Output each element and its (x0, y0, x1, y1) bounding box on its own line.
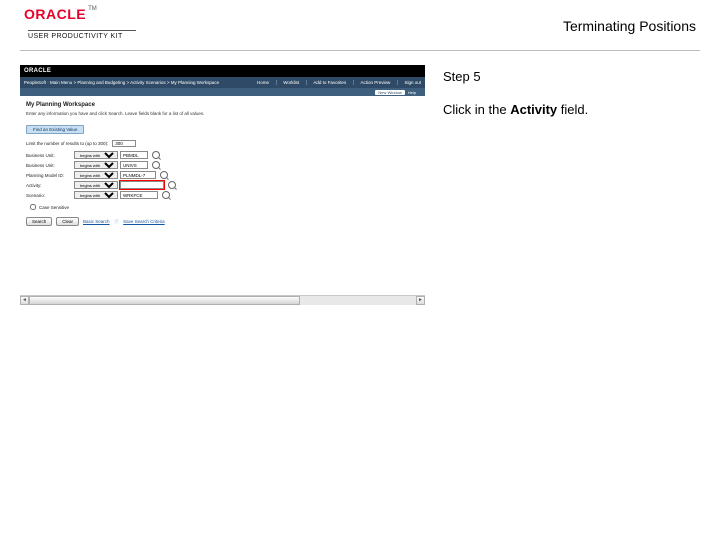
tab-find-existing[interactable]: Find an Existing Value (26, 125, 84, 134)
op-planning-model[interactable]: begins with (74, 171, 118, 179)
nav-links: Home Worklist Add to Favorites Action Pr… (245, 80, 421, 85)
oracle-logo: ORACLETM USER PRODUCTIVITY KIT (24, 6, 97, 22)
nav-favorites[interactable]: Add to Favorites (306, 80, 346, 85)
nav-home[interactable]: Home (251, 80, 269, 85)
primary-nav: PeopleSoft · Main Menu > Planning and Bu… (20, 77, 425, 88)
row-activity: Activity: begins with (26, 181, 419, 189)
app-brand: ORACLE (24, 68, 51, 74)
nav-action[interactable]: Action Preview (353, 80, 390, 85)
instruction-panel: Step 5 Click in the Activity field. (425, 65, 700, 117)
label-activity: Activity: (26, 183, 74, 188)
brand-text: ORACLE (24, 6, 86, 22)
label-business-unit: Business Unit: (26, 153, 74, 158)
input-activity[interactable] (120, 181, 164, 189)
limit-input[interactable] (112, 140, 136, 147)
result-limit-row: Limit the number of results to (up to 30… (26, 140, 419, 147)
label-scenario: Scenario: (26, 193, 74, 198)
section-title: My Planning Workspace (26, 102, 419, 108)
content-row: ORACLE PeopleSoft · Main Menu > Planning… (20, 65, 700, 305)
lookup-icon[interactable] (168, 181, 176, 189)
page-header: ORACLETM USER PRODUCTIVITY KIT Terminati… (20, 0, 700, 51)
page-title: Terminating Positions (563, 18, 696, 34)
save-search-icon: 📄 (114, 219, 120, 225)
op-business-unit[interactable]: begins with (74, 151, 118, 159)
instruction-bold: Activity (510, 102, 557, 117)
search-panel: My Planning Workspace Enter any informat… (20, 96, 425, 226)
instruction-text: Click in the Activity field. (443, 102, 700, 117)
checkbox-case-sensitive[interactable] (30, 204, 36, 210)
product-line: USER PRODUCTIVITY KIT (28, 30, 136, 40)
limit-label: Limit the number of results to (up to 30… (26, 141, 108, 146)
nav-worklist[interactable]: Worklist (276, 80, 299, 85)
breadcrumb: PeopleSoft · Main Menu > Planning and Bu… (24, 80, 245, 85)
op-business-unit-2[interactable]: begins with (74, 161, 118, 169)
tab-new-window[interactable]: New Window (375, 90, 404, 95)
input-scenario[interactable] (120, 191, 158, 199)
scroll-right-icon[interactable]: ► (416, 296, 425, 305)
row-business-unit: Business Unit: begins with (26, 151, 419, 159)
step-label: Step 5 (443, 69, 700, 84)
label-planning-model: Planning Model ID: (26, 173, 74, 178)
horizontal-scrollbar[interactable]: ◄ ► (20, 295, 425, 305)
input-planning-model[interactable] (120, 171, 156, 179)
trademark: TM (88, 6, 97, 12)
op-activity[interactable]: begins with (74, 181, 118, 189)
row-scenario: Scenario: begins with (26, 191, 419, 199)
search-buttons: Search Clear Basic Search 📄 Save Search … (26, 217, 419, 226)
app-titlebar: ORACLE (20, 65, 425, 77)
label-business-unit-2: Business Unit: (26, 163, 74, 168)
link-basic-search[interactable]: Basic Search (83, 219, 110, 224)
lookup-icon[interactable] (160, 171, 168, 179)
nav-signout[interactable]: Sign out (397, 80, 421, 85)
instruction-suffix: field. (557, 102, 588, 117)
op-scenario[interactable]: begins with (74, 191, 118, 199)
label-case-sensitive: Case Sensitive (39, 205, 69, 210)
scroll-left-icon[interactable]: ◄ (20, 296, 29, 305)
link-save-search[interactable]: Save Search Criteria (123, 219, 165, 224)
scroll-thumb[interactable] (29, 296, 300, 305)
tab-help[interactable]: Help (405, 90, 419, 95)
lookup-icon[interactable] (152, 151, 160, 159)
input-business-unit[interactable] (120, 151, 148, 159)
row-business-unit-2: Business Unit: begins with (26, 161, 419, 169)
row-planning-model: Planning Model ID: begins with (26, 171, 419, 179)
search-button[interactable]: Search (26, 217, 52, 226)
scroll-track[interactable] (29, 296, 416, 305)
lookup-icon[interactable] (152, 161, 160, 169)
secondary-nav: New Window Help (20, 88, 425, 96)
row-case-sensitive: Case Sensitive (26, 201, 419, 213)
clear-button[interactable]: Clear (56, 217, 79, 226)
section-description: Enter any information you have and click… (26, 111, 419, 116)
input-business-unit-2[interactable] (120, 161, 148, 169)
instruction-prefix: Click in the (443, 102, 510, 117)
embedded-screenshot: ORACLE PeopleSoft · Main Menu > Planning… (20, 65, 425, 305)
lookup-icon[interactable] (162, 191, 170, 199)
